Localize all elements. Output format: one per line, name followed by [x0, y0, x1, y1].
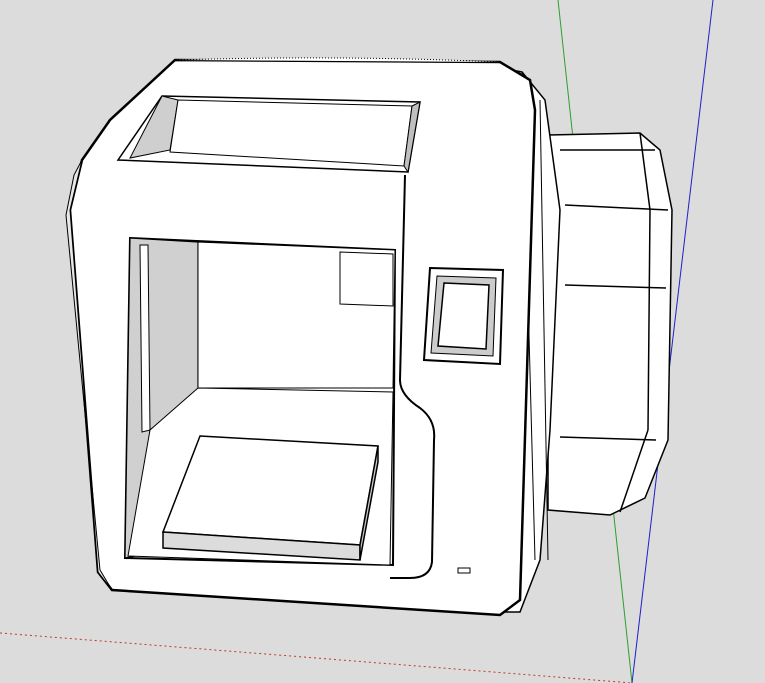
touch-screen[interactable] — [422, 266, 505, 366]
status-led — [457, 567, 471, 574]
model-scene[interactable] — [0, 0, 765, 683]
red-axis — [0, 632, 633, 683]
build-plate[interactable] — [161, 435, 379, 561]
rear-spool-housing[interactable] — [547, 132, 673, 516]
top-filament-opening[interactable] — [116, 95, 421, 174]
3d-modeling-viewport[interactable] — [0, 0, 765, 683]
